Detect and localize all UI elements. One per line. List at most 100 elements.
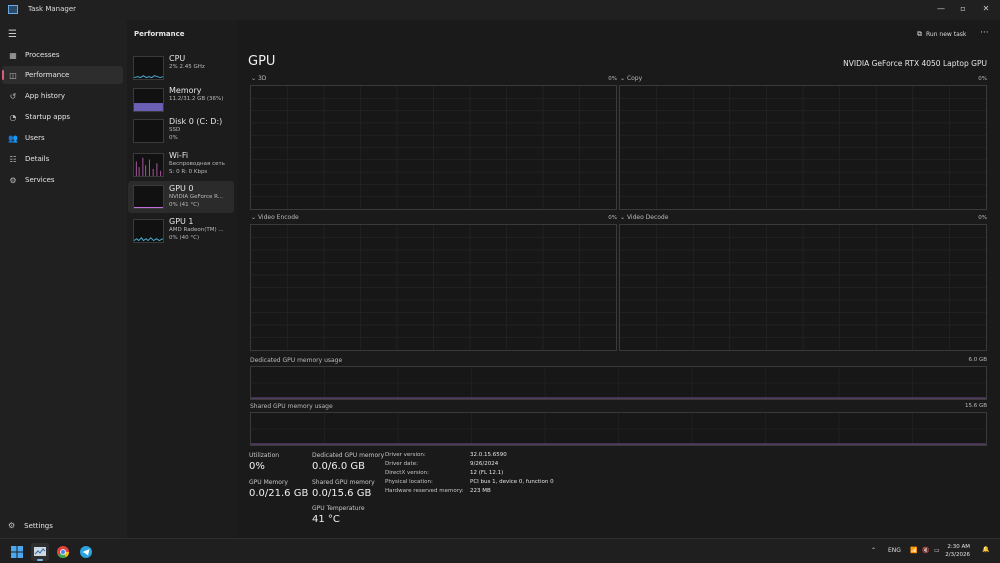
nav-item-details[interactable]: ☷ Details bbox=[2, 150, 123, 168]
clock-date: 2/3/2026 bbox=[945, 552, 970, 558]
perf-item-gpu0[interactable]: GPU 0 NVIDIA GeForce R... 0% (41 °C) bbox=[128, 181, 234, 213]
perf-item-wifi[interactable]: Wi-Fi Беспроводная сеть S: 0 R: 0 Kbps bbox=[128, 151, 234, 183]
graph-video-decode-dropdown[interactable]: ⌄ Video Decode bbox=[620, 214, 668, 221]
graph-3d-dropdown[interactable]: ⌄ 3D bbox=[251, 75, 266, 82]
windows-logo-icon bbox=[11, 546, 23, 558]
nav-item-services[interactable]: ⚙ Services bbox=[2, 171, 123, 189]
perf-item-gpu1[interactable]: GPU 1 AMD Radeon(TM) ... 0% (40 °C) bbox=[128, 217, 234, 249]
performance-header: Performance bbox=[134, 30, 185, 38]
performance-icon: ◫ bbox=[9, 70, 17, 80]
gpu0-thumbnail-graph bbox=[133, 185, 164, 209]
processes-icon: ▦ bbox=[9, 50, 17, 60]
driver-date-value: 9/26/2024 bbox=[470, 461, 499, 467]
battery-icon[interactable]: ▭ bbox=[934, 547, 940, 554]
graph-copy-dropdown[interactable]: ⌄ Copy bbox=[620, 75, 642, 82]
nav-item-startup-apps[interactable]: ◔ Startup apps bbox=[2, 108, 123, 126]
disk-thumbnail-graph bbox=[133, 119, 164, 143]
clock[interactable]: 2:30 AM 2/3/2026 bbox=[945, 543, 970, 559]
gpu-memory-label: GPU Memory bbox=[249, 479, 288, 486]
run-new-task-button[interactable]: ⧉ Run new task bbox=[917, 30, 966, 39]
directx-version-value: 12 (FL 12.1) bbox=[470, 470, 504, 476]
users-icon: 👥 bbox=[8, 133, 18, 143]
driver-date-label: Driver date: bbox=[385, 461, 418, 467]
perf-item-disk[interactable]: Disk 0 (C: D:) SSD 0% bbox=[128, 117, 234, 149]
reserved-memory-label: Hardware reserved memory: bbox=[385, 488, 464, 494]
utilization-label: Utilization bbox=[249, 452, 280, 459]
shared-memory-stat-value: 0.0/15.6 GB bbox=[312, 488, 372, 499]
directx-version-label: DirectX version: bbox=[385, 470, 429, 476]
task-manager-app-icon bbox=[34, 547, 46, 556]
graph-video-decode-pct: 0% bbox=[978, 215, 987, 221]
start-button[interactable] bbox=[8, 543, 26, 561]
graph-video-encode-pct: 0% bbox=[608, 215, 617, 221]
chrome-icon bbox=[57, 546, 69, 559]
gpu-detail-panel: ⧉ Run new task ··· GPU NVIDIA GeForce RT… bbox=[237, 20, 1000, 538]
wifi-thumbnail-graph bbox=[133, 153, 164, 177]
nav-item-users[interactable]: 👥 Users bbox=[2, 129, 123, 147]
graph-video-decode bbox=[619, 224, 987, 351]
dedicated-memory-stat-value: 0.0/6.0 GB bbox=[312, 461, 365, 472]
driver-version-label: Driver version: bbox=[385, 452, 426, 458]
gpu-temperature-label: GPU Temperature bbox=[312, 505, 365, 512]
dedicated-memory-label: Dedicated GPU memory usage bbox=[250, 357, 343, 364]
graph-copy-pct: 0% bbox=[978, 76, 987, 82]
gpu1-thumbnail-graph bbox=[133, 219, 164, 243]
taskbar: ⌃ ENG 📶 🔇 ▭ 2:30 AM 2/3/2026 🔔 bbox=[0, 538, 1000, 563]
cpu-thumbnail-graph bbox=[133, 56, 164, 80]
nav-item-app-history[interactable]: ↺ App history bbox=[2, 87, 123, 105]
dedicated-memory-max: 6.0 GB bbox=[968, 357, 987, 363]
memory-thumbnail-graph bbox=[133, 88, 164, 112]
gpu-model-name: NVIDIA GeForce RTX 4050 Laptop GPU bbox=[843, 59, 987, 68]
title-bar: Task Manager — ▫ ✕ bbox=[0, 0, 1000, 20]
graph-3d-pct: 0% bbox=[608, 76, 617, 82]
graph-video-encode-dropdown[interactable]: ⌄ Video Encode bbox=[251, 214, 299, 221]
shared-memory-graph bbox=[250, 412, 987, 446]
perf-item-memory[interactable]: Memory 11.2/31.2 GB (36%) bbox=[128, 86, 234, 118]
physical-location-value: PCI bus 1, device 0, function 0 bbox=[470, 479, 554, 485]
window-title: Task Manager bbox=[28, 5, 77, 13]
graph-copy bbox=[619, 85, 987, 210]
taskbar-telegram[interactable] bbox=[77, 543, 95, 561]
page-title: GPU bbox=[248, 54, 276, 69]
gear-icon: ⚙ bbox=[8, 521, 16, 530]
nav-item-performance[interactable]: ◫ Performance bbox=[2, 66, 123, 84]
close-button[interactable]: ✕ bbox=[979, 3, 993, 15]
show-hidden-icons[interactable]: ⌃ bbox=[871, 547, 876, 554]
performance-device-list: Performance CPU 2% 2.45 GHz Memory 11.2/… bbox=[127, 20, 237, 538]
taskbar-task-manager[interactable] bbox=[31, 543, 49, 561]
maximize-button[interactable]: ▫ bbox=[956, 3, 970, 15]
utilization-value: 0% bbox=[249, 461, 265, 472]
hamburger-menu-icon[interactable]: ☰ bbox=[8, 29, 17, 40]
physical-location-label: Physical location: bbox=[385, 479, 433, 485]
shared-memory-label: Shared GPU memory usage bbox=[250, 403, 333, 410]
startup-icon: ◔ bbox=[9, 112, 17, 122]
nav-item-processes[interactable]: ▦ Processes bbox=[2, 46, 123, 64]
details-icon: ☷ bbox=[9, 154, 17, 164]
navigation-pane: ☰ ▦ Processes ◫ Performance ↺ App histor… bbox=[0, 20, 127, 538]
clock-time: 2:30 AM bbox=[947, 544, 970, 550]
gpu-memory-value: 0.0/21.6 GB bbox=[249, 488, 309, 499]
perf-item-cpu[interactable]: CPU 2% 2.45 GHz bbox=[128, 54, 234, 86]
dedicated-memory-stat-label: Dedicated GPU memory bbox=[312, 452, 385, 459]
services-icon: ⚙ bbox=[9, 175, 17, 185]
gpu-temperature-value: 41 °C bbox=[312, 514, 340, 525]
reserved-memory-value: 223 MB bbox=[470, 488, 491, 494]
more-options-button[interactable]: ··· bbox=[980, 28, 989, 38]
taskbar-chrome[interactable] bbox=[54, 543, 72, 561]
nav-item-settings[interactable]: ⚙ Settings bbox=[8, 521, 53, 530]
telegram-icon bbox=[80, 546, 92, 558]
task-manager-icon bbox=[8, 5, 18, 14]
wifi-icon[interactable]: 📶 bbox=[910, 547, 917, 554]
volume-icon[interactable]: 🔇 bbox=[922, 547, 929, 554]
driver-version-value: 32.0.15.6590 bbox=[470, 452, 507, 458]
minimize-button[interactable]: — bbox=[934, 3, 948, 15]
language-indicator[interactable]: ENG bbox=[888, 547, 901, 554]
notification-icon[interactable]: 🔔 bbox=[982, 546, 989, 553]
shared-memory-stat-label: Shared GPU memory bbox=[312, 479, 375, 486]
graph-video-encode bbox=[250, 224, 617, 351]
run-task-icon: ⧉ bbox=[917, 30, 922, 38]
dedicated-memory-graph bbox=[250, 366, 987, 400]
shared-memory-max: 15.6 GB bbox=[964, 403, 987, 409]
graph-3d bbox=[250, 85, 617, 210]
history-icon: ↺ bbox=[9, 91, 17, 101]
